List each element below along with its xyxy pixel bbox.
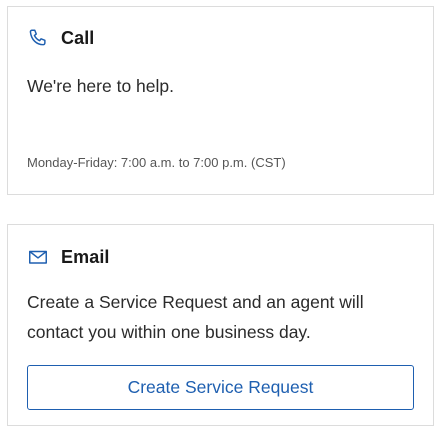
call-card-header: Call bbox=[27, 27, 94, 49]
email-title: Email bbox=[61, 246, 110, 267]
phone-icon bbox=[27, 27, 49, 49]
call-hours: Monday-Friday: 7:00 a.m. to 7:00 p.m. (C… bbox=[27, 155, 286, 170]
call-title: Call bbox=[61, 27, 95, 48]
email-card-header: Email bbox=[27, 246, 110, 268]
email-message: Create a Service Request and an agent wi… bbox=[27, 292, 364, 342]
mail-icon bbox=[27, 246, 49, 268]
create-service-request-button[interactable]: Create Service Request bbox=[27, 365, 414, 410]
call-message: We're here to help. bbox=[27, 76, 174, 96]
email-card: Email Create a Service Request and an ag… bbox=[7, 224, 434, 426]
call-card: Call We're here to help. Monday-Friday: … bbox=[7, 6, 434, 195]
